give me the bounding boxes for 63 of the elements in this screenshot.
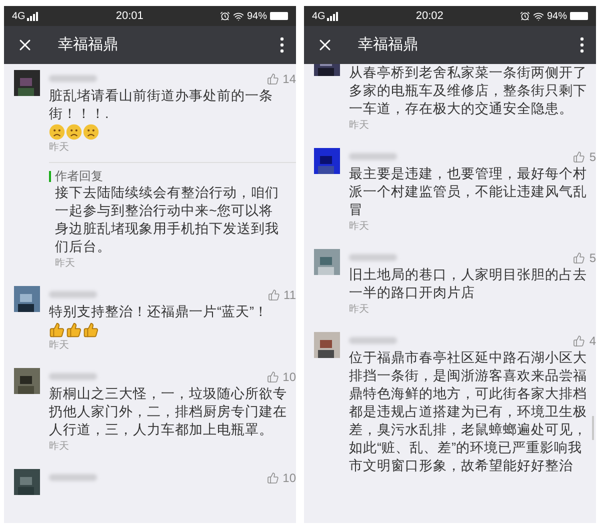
like-count: 5	[589, 150, 596, 162]
battery-icon	[570, 12, 588, 20]
comment-time: 昨天	[49, 440, 70, 453]
comment-time: 昨天	[349, 119, 370, 132]
frown-emoji-icon	[83, 124, 99, 140]
comment-time: 昨天	[349, 303, 370, 316]
frown-emoji-icon	[66, 124, 82, 140]
like-count: 4	[589, 334, 596, 346]
comment-text: 从春亭桥到老舍私家菜一条街两侧开了多家的电瓶车及维修店，整条街只剩下一车道，存在极大的交通安全隐患。	[349, 64, 588, 118]
thumbs-up-emoji-icon	[66, 322, 82, 338]
clock-time: 20:01	[116, 8, 144, 24]
comment-text: 最主要是违建，也要管理，最好每个村派一个村建监管员，不能让违建风气乱冒	[349, 165, 588, 219]
like-icon[interactable]	[266, 72, 279, 84]
like-icon[interactable]	[266, 370, 279, 382]
more-icon[interactable]	[580, 37, 584, 53]
page-title: 幸福福鼎	[358, 34, 419, 55]
comment-time: 昨天	[49, 141, 70, 154]
like-count: 11	[284, 288, 296, 300]
comment-time: 昨天	[349, 220, 370, 233]
comment-text: 新桐山之三大怪，一，垃圾随心所欲专扔他人家门外，二，排档厨房专门建在人行道，三，人力车都加上电瓶罩。	[49, 385, 288, 439]
clock-time: 20:02	[416, 8, 444, 24]
like-icon[interactable]	[573, 334, 586, 346]
comment-text: 位于福鼎市春亭社区延中路石湖小区大排挡一条街，是闽浙游客喜欢来品尝福鼎特色海鲜的地方，可此街各家大排档都是违规占道搭建为已有，环境卫生极差，臭污水乱排，老鼠蟑螂遍处可见，如此“赃、乱、差”的环境已严重影响我市文明窗口形象，故希望能好好整治	[349, 349, 588, 475]
comment-time: 昨天	[49, 339, 70, 352]
scrollbar	[592, 416, 594, 440]
reply-text: 接下去陆陆续续会有整治行动，咱们一起参与到整治行动中来~您可以将身边脏乱堵现象用手机拍下发送到我们后台。	[55, 184, 280, 256]
blurred-name	[49, 373, 97, 380]
signal-icon	[327, 12, 340, 20]
blurred-name	[49, 291, 97, 298]
signal-icon	[27, 12, 40, 20]
thumbs-up-emoji-icon	[49, 322, 65, 338]
reply-label: 作者回复	[55, 169, 103, 183]
like-count: 5	[589, 252, 596, 264]
blurred-name	[49, 75, 97, 82]
like-icon[interactable]	[573, 150, 586, 162]
reply-time: 昨天	[55, 257, 76, 270]
wifi-icon	[532, 10, 544, 22]
battery-icon	[270, 12, 288, 20]
like-icon[interactable]	[266, 472, 279, 484]
like-count: 14	[282, 72, 296, 84]
frown-emoji-icon	[49, 124, 65, 140]
page-title: 幸福福鼎	[58, 34, 119, 55]
like-count: 10	[282, 472, 296, 484]
like-icon[interactable]	[268, 288, 280, 300]
reply-marker	[49, 170, 51, 182]
more-icon[interactable]	[280, 37, 284, 53]
blurred-name	[49, 474, 97, 481]
battery-percent: 94%	[246, 10, 267, 24]
comment-text: 旧土地局的巷口，人家明目张胆的占去一半的路口开肉片店	[349, 266, 588, 302]
comment-text: 特别支持整治！还福鼎一片“蓝天”！	[49, 303, 269, 321]
alarm-icon	[520, 11, 530, 21]
blurred-name	[349, 254, 397, 261]
blurred-name	[349, 153, 397, 160]
wifi-icon	[232, 10, 244, 22]
battery-percent: 94%	[546, 10, 567, 24]
network-label: 4G	[312, 10, 326, 24]
like-icon[interactable]	[573, 252, 586, 264]
alarm-icon	[220, 11, 230, 21]
network-label: 4G	[12, 10, 26, 24]
thumbs-up-emoji-icon	[83, 322, 99, 338]
blurred-name	[349, 337, 397, 344]
like-count: 10	[282, 370, 296, 382]
comment-text: 脏乱堵请看山前街道办事处前的一条街！！！.	[49, 87, 274, 123]
